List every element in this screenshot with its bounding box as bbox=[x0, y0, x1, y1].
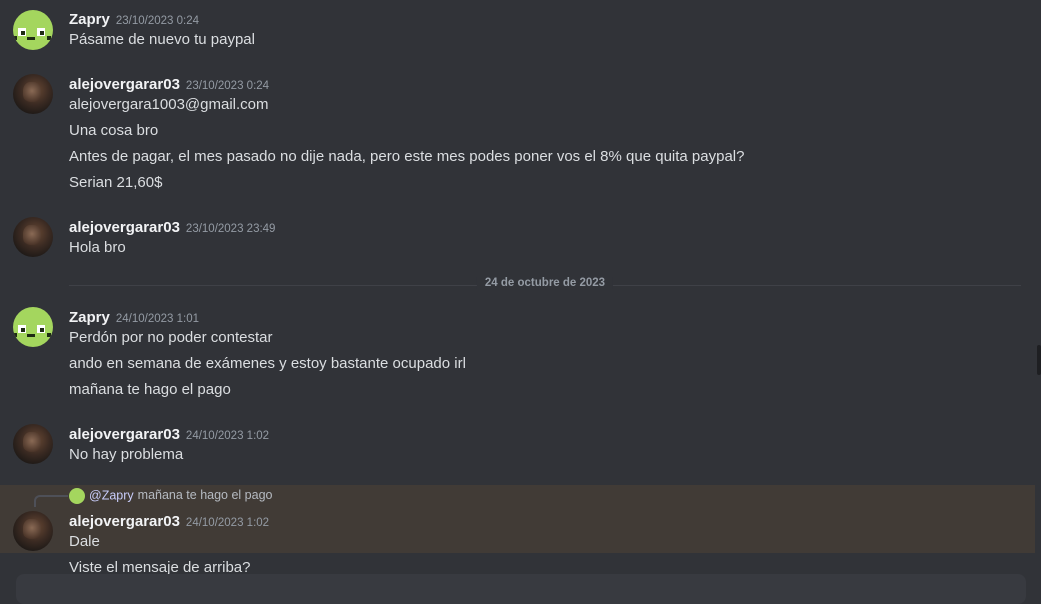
timestamp[interactable]: 23/10/2023 0:24 bbox=[116, 15, 199, 27]
message-text: Hola bro bbox=[69, 239, 126, 256]
author-name[interactable]: Zapry bbox=[69, 11, 110, 28]
avatar-alejovergarar03[interactable] bbox=[13, 217, 53, 257]
message-text: Pásame de nuevo tu paypal bbox=[69, 31, 255, 48]
message-text: Dale bbox=[69, 533, 100, 550]
message-text: No hay problema bbox=[69, 446, 184, 463]
message-group: alejovergarar03 23/10/2023 23:49 Hola bro bbox=[0, 217, 1041, 261]
timestamp[interactable]: 24/10/2023 1:01 bbox=[116, 313, 199, 325]
message-text: alejovergara1003@gmail.com bbox=[69, 96, 269, 113]
author-name[interactable]: alejovergarar03 bbox=[69, 76, 180, 93]
message-text: ando en semana de exámenes y estoy basta… bbox=[69, 355, 466, 372]
message-text: mañana te hago el pago bbox=[69, 381, 231, 398]
avatar-alejovergarar03[interactable] bbox=[13, 74, 53, 114]
avatar-zapry[interactable] bbox=[13, 307, 53, 347]
message-header: Zapry 23/10/2023 0:24 bbox=[69, 9, 199, 28]
reply-mention[interactable]: @Zapry bbox=[89, 488, 134, 502]
reply-preview-text[interactable]: mañana te hago el pago bbox=[138, 488, 273, 502]
timestamp[interactable]: 23/10/2023 23:49 bbox=[186, 223, 276, 235]
message-header: Zapry 24/10/2023 1:01 bbox=[69, 307, 199, 326]
message-group: Zapry 23/10/2023 0:24 Pásame de nuevo tu … bbox=[0, 9, 1041, 59]
author-name[interactable]: alejovergarar03 bbox=[69, 513, 180, 530]
date-divider-label: 24 de octubre de 2023 bbox=[476, 277, 614, 289]
message-group: Zapry 24/10/2023 1:01 Perdón por no poder… bbox=[0, 307, 1041, 401]
reply-connector bbox=[34, 495, 68, 507]
message-group: alejovergarar03 23/10/2023 0:24 alejoverg… bbox=[0, 74, 1041, 194]
message-header: alejovergarar03 24/10/2023 1:02 bbox=[69, 424, 269, 443]
avatar-alejovergarar03[interactable] bbox=[13, 424, 53, 464]
avatar-alejovergarar03[interactable] bbox=[13, 511, 53, 551]
date-divider: 24 de octubre de 2023 bbox=[69, 277, 1021, 289]
author-name[interactable]: Zapry bbox=[69, 309, 110, 326]
avatar-zapry[interactable] bbox=[13, 10, 53, 50]
reply-reference[interactable]: @Zapry mañana te hago el pago bbox=[69, 488, 273, 504]
message-group: alejovergarar03 24/10/2023 1:02 No hay pr… bbox=[0, 424, 1041, 468]
message-text: Antes de pagar, el mes pasado no dije na… bbox=[69, 148, 745, 165]
message-text: Una cosa bro bbox=[69, 122, 159, 139]
author-name[interactable]: alejovergarar03 bbox=[69, 219, 180, 236]
message-group: alejovergarar03 24/10/2023 1:02 Dale Vist… bbox=[0, 511, 1041, 581]
message-header: alejovergarar03 23/10/2023 23:49 bbox=[69, 217, 275, 236]
author-name[interactable]: alejovergarar03 bbox=[69, 426, 180, 443]
message-text: Perdón por no poder contestar bbox=[69, 329, 273, 346]
message-composer[interactable] bbox=[16, 574, 1026, 604]
message-header: alejovergarar03 23/10/2023 0:24 bbox=[69, 74, 269, 93]
timestamp[interactable]: 23/10/2023 0:24 bbox=[186, 80, 269, 92]
timestamp[interactable]: 24/10/2023 1:02 bbox=[186, 430, 269, 442]
pixel-face-icon bbox=[13, 10, 53, 50]
scrollbar[interactable] bbox=[1037, 345, 1041, 375]
message-header: alejovergarar03 24/10/2023 1:02 bbox=[69, 511, 269, 530]
reply-avatar-icon bbox=[69, 488, 85, 504]
pixel-face-icon bbox=[13, 307, 53, 347]
timestamp[interactable]: 24/10/2023 1:02 bbox=[186, 517, 269, 529]
message-text: Serian 21,60$ bbox=[69, 174, 163, 191]
